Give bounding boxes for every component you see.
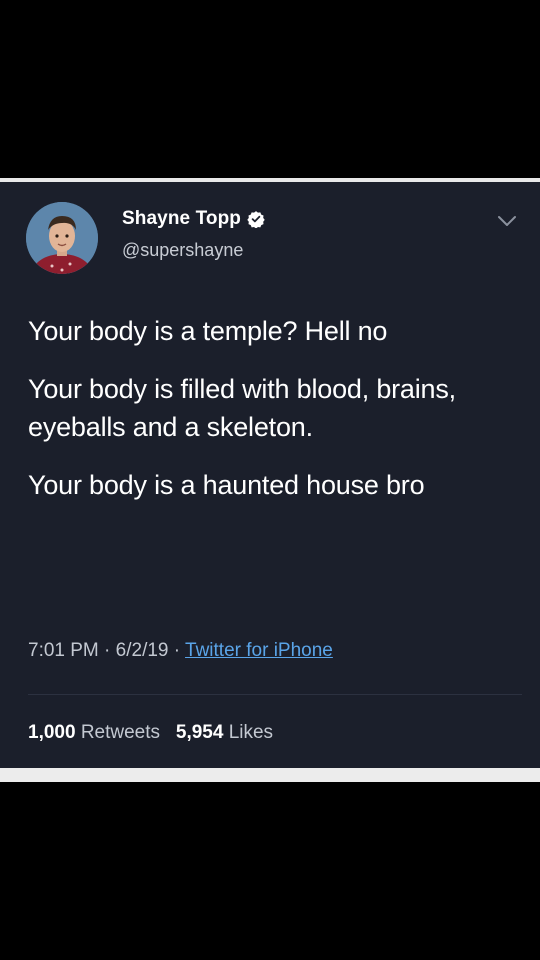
tweet-card: Shayne Topp @supershayne Your body is a … bbox=[0, 182, 540, 768]
tweet-text: Your body is a temple? Hell no Your body… bbox=[28, 312, 524, 524]
author-name-row[interactable]: Shayne Topp bbox=[122, 208, 265, 230]
retweets-count: 1,000 bbox=[28, 722, 76, 743]
likes-count: 5,954 bbox=[175, 722, 224, 743]
tweet-stats: 1,000 Retweets 5,954 Likes bbox=[28, 722, 273, 744]
meta-separator: · bbox=[104, 640, 116, 661]
tweet-date[interactable]: 6/2/19 bbox=[116, 640, 169, 661]
display-name[interactable]: Shayne Topp bbox=[122, 208, 241, 230]
tweet-time[interactable]: 7:01 PM bbox=[28, 640, 99, 661]
likes-stat[interactable]: 5,954 Likes bbox=[176, 722, 273, 743]
meta-separator: · bbox=[173, 640, 186, 661]
verified-badge-icon bbox=[247, 210, 265, 229]
tweet-paragraph: Your body is a haunted house bro bbox=[28, 470, 425, 500]
author-handle[interactable]: @supershayne bbox=[122, 240, 243, 261]
retweets-label: Retweets bbox=[80, 722, 161, 743]
likes-label: Likes bbox=[228, 722, 274, 743]
divider bbox=[28, 694, 522, 695]
chevron-down-icon[interactable] bbox=[496, 214, 518, 228]
avatar-image bbox=[26, 202, 98, 274]
tweet-meta: 7:01 PM · 6/2/19 · Twitter for iPhone bbox=[28, 640, 333, 662]
tweet-paragraph: Your body is a temple? Hell no bbox=[28, 316, 388, 346]
screenshot-border-bottom bbox=[0, 768, 540, 782]
avatar[interactable] bbox=[26, 202, 98, 274]
tweet-source-link[interactable]: Twitter for iPhone bbox=[185, 640, 333, 661]
retweets-stat[interactable]: 1,000 Retweets bbox=[28, 722, 165, 743]
tweet-paragraph: Your body is filled with blood, brains, … bbox=[28, 374, 456, 442]
